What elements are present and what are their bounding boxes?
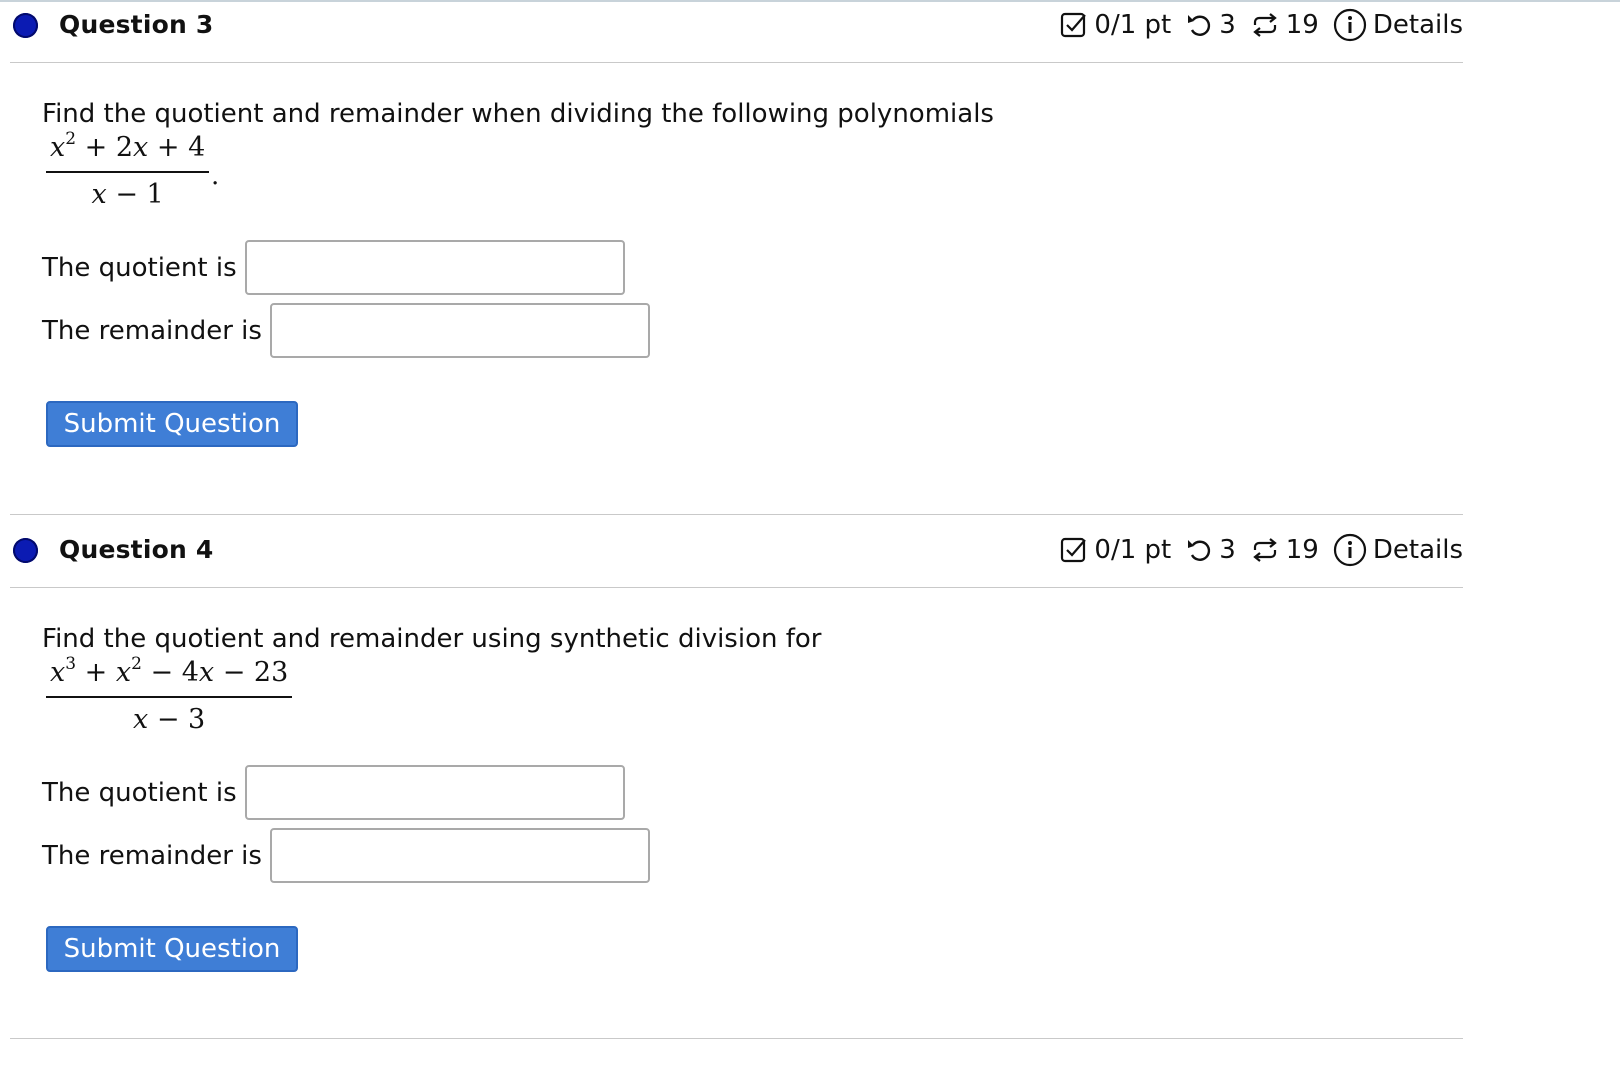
status-dot-icon — [13, 538, 38, 563]
question-header: Question 4 0/1 pt 3 19 Details — [10, 525, 1463, 588]
quotient-label: The quotient is — [42, 777, 237, 808]
remainder-label: The remainder is — [42, 315, 262, 346]
attempts-count: 19 — [1285, 10, 1319, 40]
submit-question-button[interactable]: Submit Question — [46, 926, 298, 972]
submit-question-button[interactable]: Submit Question — [46, 401, 298, 447]
quotient-label: The quotient is — [42, 252, 237, 283]
remainder-row: The remainder is — [42, 828, 650, 883]
question-meta: 0/1 pt 3 19 Details — [1060, 8, 1463, 42]
retries-count: 3 — [1219, 535, 1236, 565]
fraction-denominator: x − 3 — [133, 704, 206, 735]
question-title: Question 3 — [59, 10, 214, 39]
fraction-numerator: x3 + x2 − 4x − 23 — [46, 654, 293, 698]
details-link[interactable]: Details — [1373, 535, 1463, 565]
status-dot-icon — [13, 13, 38, 38]
attempts-count: 19 — [1285, 535, 1319, 565]
remainder-label: The remainder is — [42, 840, 262, 871]
fraction-denominator: x − 1 — [91, 179, 164, 210]
repeat-arrows-icon — [1250, 536, 1280, 564]
question-header: Question 3 0/1 pt 3 19 Details — [10, 0, 1463, 63]
retries-count: 3 — [1219, 10, 1236, 40]
info-icon[interactable] — [1333, 8, 1367, 42]
quotient-row: The quotient is — [42, 240, 625, 295]
remainder-input[interactable] — [269, 828, 650, 883]
question-4: Question 4 0/1 pt 3 19 Details Find the … — [10, 525, 1463, 972]
repeat-arrows-icon — [1250, 11, 1280, 39]
info-icon[interactable] — [1333, 533, 1367, 567]
polynomial-fraction: x2 + 2x + 4 x − 1 . — [46, 129, 219, 210]
question-divider — [10, 1038, 1463, 1039]
points-text: 0/1 pt — [1094, 10, 1172, 40]
question-prompt: Find the quotient and remainder using sy… — [42, 624, 822, 654]
checkbox-pencil-icon — [1060, 536, 1088, 564]
fraction-numerator: x2 + 2x + 4 — [46, 129, 210, 173]
checkbox-pencil-icon — [1060, 11, 1088, 39]
polynomial-fraction: x3 + x2 − 4x − 23 x − 3 — [46, 654, 293, 735]
quotient-row: The quotient is — [42, 765, 625, 820]
question-divider — [10, 514, 1463, 515]
points-text: 0/1 pt — [1094, 535, 1172, 565]
details-link[interactable]: Details — [1373, 10, 1463, 40]
remainder-row: The remainder is — [42, 303, 650, 358]
question-3: Question 3 0/1 pt 3 19 Details Find the … — [10, 0, 1463, 447]
undo-arrow-icon — [1185, 11, 1213, 39]
undo-arrow-icon — [1185, 536, 1213, 564]
quotient-input[interactable] — [244, 765, 625, 820]
question-prompt: Find the quotient and remainder when div… — [42, 99, 994, 129]
question-title: Question 4 — [59, 535, 214, 564]
quotient-input[interactable] — [244, 240, 625, 295]
question-meta: 0/1 pt 3 19 Details — [1060, 533, 1463, 567]
remainder-input[interactable] — [269, 303, 650, 358]
